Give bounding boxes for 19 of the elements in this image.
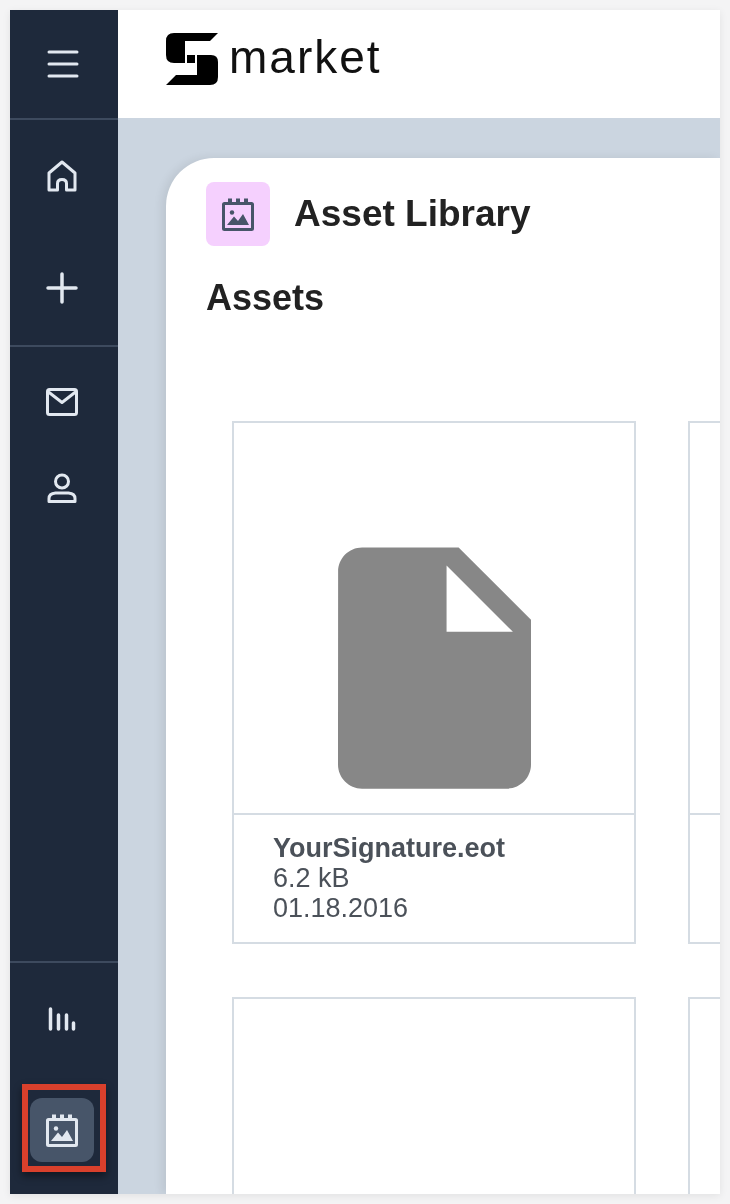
logo-text: market bbox=[229, 34, 382, 80]
home-icon bbox=[47, 160, 77, 192]
mail-icon bbox=[46, 388, 78, 416]
file-size: 6.2 kB bbox=[273, 863, 350, 893]
section-title: Assets bbox=[206, 276, 325, 320]
user-icon bbox=[46, 473, 78, 503]
bar-chart-icon bbox=[48, 1007, 76, 1031]
sidebar-nav-button[interactable] bbox=[30, 1098, 94, 1162]
plus-icon bbox=[46, 272, 78, 304]
page-title: Asset Library bbox=[294, 192, 531, 236]
logo-icon bbox=[166, 33, 218, 85]
asset-card[interactable]: YourSignature.eot 6.2 kB 01.18.2016 bbox=[232, 421, 636, 944]
image-calendar-icon bbox=[222, 197, 254, 231]
menu-button[interactable] bbox=[47, 50, 79, 78]
menu-icon bbox=[47, 50, 79, 78]
file-icon bbox=[337, 547, 531, 789]
image-calendar-icon bbox=[46, 1113, 78, 1147]
file-date: 01.18.2016 bbox=[273, 893, 409, 923]
file-name: YourSignature.eot bbox=[273, 833, 506, 863]
